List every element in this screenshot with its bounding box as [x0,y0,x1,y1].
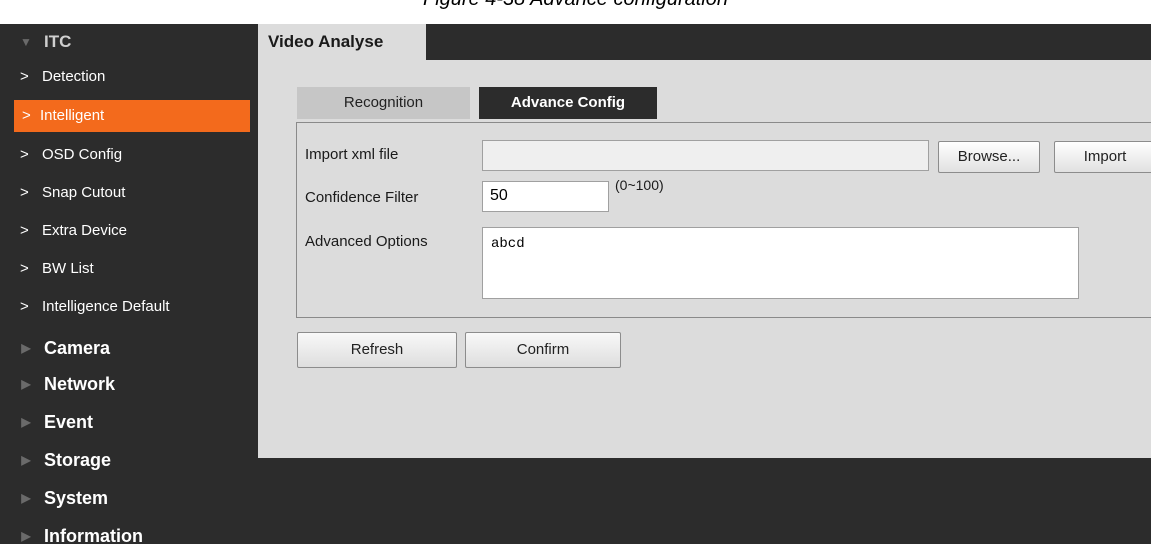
sidebar-category-network[interactable]: ▶ Network [0,366,258,402]
sidebar-item-extra-device[interactable]: > Extra Device [0,212,258,250]
chevron-right-icon: > [20,184,29,201]
tab-video-analyse[interactable]: Video Analyse [258,24,426,60]
chevron-right-icon: > [20,222,29,239]
sidebar-item-label: Intelligent [40,107,105,124]
content-panel: Recognition Advance Config Import xml fi… [258,60,1151,458]
chevron-right-icon: > [20,146,29,163]
sidebar-category-label: ITC [44,32,72,51]
triangle-right-icon: ▶ [21,341,31,355]
sidebar-category-label: Information [44,526,143,546]
import-button[interactable]: Import [1054,141,1151,173]
chevron-right-icon: > [20,68,29,85]
sidebar-category-label: Storage [44,450,112,470]
import-xml-path-field[interactable] [482,140,929,171]
sidebar-category-information[interactable]: ▶ Information [0,518,258,554]
sidebar-item-intelligence-default[interactable]: > Intelligence Default [0,288,258,326]
sidebar-item-label: Snap Cutout [42,184,126,201]
triangle-right-icon: ▶ [21,415,31,429]
confidence-range-hint: (0~100) [615,177,664,193]
sidebar-item-label: Extra Device [42,222,128,239]
browse-button[interactable]: Browse... [938,141,1040,173]
sidebar-item-intelligent[interactable]: > Intelligent [14,100,250,132]
chevron-right-icon: > [22,107,31,124]
sidebar-item-label: BW List [42,260,94,277]
sidebar-item-label: OSD Config [42,146,123,163]
sidebar-category-label: System [44,488,109,508]
sidebar-category-system[interactable]: ▶ System [0,480,258,516]
sidebar-item-detection[interactable]: > Detection [0,58,258,96]
advanced-options-value: abcd [491,236,525,252]
advanced-options-textarea[interactable]: abcd [482,227,1079,299]
triangle-right-icon: ▶ [21,453,31,467]
confidence-filter-label: Confidence Filter [305,189,419,206]
confirm-button[interactable]: Confirm [465,332,621,368]
sidebar-item-snap-cutout[interactable]: > Snap Cutout [0,174,258,212]
sidebar-category-label: Network [44,374,116,394]
sidebar-item-bw-list[interactable]: > BW List [0,250,258,288]
confidence-filter-input[interactable]: 50 [482,181,609,212]
main-area: Video Analyse Recognition Advance Config… [258,24,1151,544]
sidebar-category-label: Event [44,412,94,432]
triangle-down-icon: ▼ [20,35,32,49]
triangle-right-icon: ▶ [21,491,31,505]
sidebar-category-label: Camera [44,338,111,358]
sidebar-item-label: Detection [42,68,106,85]
import-xml-label: Import xml file [305,146,399,163]
confidence-filter-value: 50 [490,187,508,204]
triangle-right-icon: ▶ [21,529,31,543]
sidebar-category-event[interactable]: ▶ Event [0,404,258,440]
chevron-right-icon: > [20,260,29,277]
advance-config-panel: Import xml file Browse... Import Confide… [296,122,1151,318]
advanced-options-label: Advanced Options [305,233,428,250]
triangle-right-icon: ▶ [21,377,31,391]
sidebar-category-camera[interactable]: ▶ Camera [0,330,258,366]
refresh-button[interactable]: Refresh [297,332,457,368]
sidebar-item-label: Intelligence Default [42,298,170,315]
sidebar-item-osd-config[interactable]: > OSD Config [0,136,258,174]
tab-recognition[interactable]: Recognition [297,87,470,119]
tab-advance-config[interactable]: Advance Config [479,87,657,119]
figure-caption: Figure 4-38 Advance configuration [0,0,1151,11]
sidebar-category-itc[interactable]: ▼ ITC [0,24,258,60]
chevron-right-icon: > [20,298,29,315]
sidebar: ▼ ITC > Detection > Intelligent > OSD Co… [0,24,258,546]
sidebar-category-storage[interactable]: ▶ Storage [0,442,258,478]
